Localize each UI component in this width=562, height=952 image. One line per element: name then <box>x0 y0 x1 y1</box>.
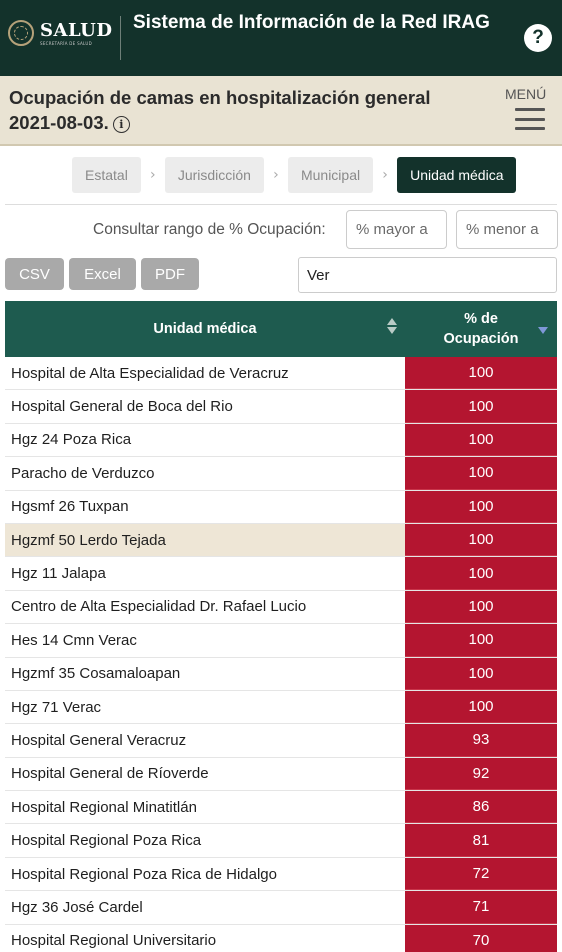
unit-name-cell: Hospital Regional Poza Rica <box>5 824 405 857</box>
logo-word: SALUD <box>40 19 113 41</box>
unit-name-cell: Hes 14 Cmn Verac <box>5 624 405 657</box>
occupancy-cell: 100 <box>405 490 557 523</box>
occupancy-cell: 100 <box>405 657 557 690</box>
occupancy-cell: 81 <box>405 824 557 857</box>
chevron-right-icon: › <box>150 167 156 183</box>
help-icon[interactable]: ? <box>524 24 552 52</box>
occupancy-cell: 100 <box>405 390 557 423</box>
table-row[interactable]: Hgz 71 Verac 100 <box>5 690 557 725</box>
unit-name-cell: Hospital Regional Poza Rica de Hidalgo <box>5 857 405 891</box>
unit-name-cell: Hospital General de Ríoverde <box>5 757 405 791</box>
column-header-ocupacion-label: % de Ocupación <box>443 311 519 347</box>
page-title-text: Ocupación de camas en hospitalización ge… <box>9 87 431 108</box>
table-row[interactable]: Centro de Alta Especialidad Dr. Rafael L… <box>5 590 557 625</box>
table-row[interactable]: Hes 14 Cmn Verac 100 <box>5 624 557 658</box>
table-row[interactable]: Hgz 11 Jalapa 100 <box>5 557 557 591</box>
seal-icon <box>8 20 34 46</box>
min-occupancy-input[interactable] <box>346 210 447 249</box>
unit-name-cell: Hgz 11 Jalapa <box>5 557 405 590</box>
table-row[interactable]: Hospital General de Ríoverde 92 <box>5 757 557 792</box>
tab-unidad-medica[interactable]: Unidad médica <box>397 157 517 193</box>
table-row[interactable]: Hgz 36 José Cardel 71 <box>5 891 557 925</box>
unit-name-cell: Hgzmf 50 Lerdo Tejada <box>5 523 405 557</box>
sort-icon <box>387 318 397 334</box>
unit-name-cell: Paracho de Verduzco <box>5 457 405 490</box>
level-tabs: Estatal › Jurisdicción › Municipal › Uni… <box>72 157 517 193</box>
chevron-right-icon: › <box>382 167 388 183</box>
menu-label[interactable]: MENÚ <box>505 86 546 102</box>
unit-name-cell: Hgzmf 35 Cosamaloapan <box>5 657 405 690</box>
table-body: Hospital de Alta Especialidad de Veracru… <box>5 357 557 952</box>
csv-button[interactable]: CSV <box>5 258 64 290</box>
unit-name-cell: Hgz 71 Verac <box>5 690 405 724</box>
search-input[interactable] <box>298 257 557 293</box>
salud-logo[interactable]: SALUD SECRETARÍA DE SALUD <box>8 20 112 46</box>
unit-name-cell: Hgsmf 26 Tuxpan <box>5 490 405 523</box>
table-row[interactable]: Hgz 24 Poza Rica 100 <box>5 423 557 458</box>
occupancy-cell: 100 <box>405 557 557 590</box>
range-label: Consultar rango de % Ocupación: <box>93 221 326 238</box>
unit-name-cell: Centro de Alta Especialidad Dr. Rafael L… <box>5 590 405 624</box>
max-occupancy-input[interactable] <box>456 210 558 249</box>
hamburger-icon[interactable] <box>515 108 545 130</box>
page-subheader: Ocupación de camas en hospitalización ge… <box>0 76 562 146</box>
occupancy-cell: 70 <box>405 924 557 952</box>
occupancy-cell: 100 <box>405 690 557 724</box>
occupancy-cell: 86 <box>405 791 557 824</box>
excel-button[interactable]: Excel <box>69 258 136 290</box>
table-row[interactable]: Hospital Regional Universitario 70 <box>5 924 557 952</box>
unit-name-cell: Hgz 36 José Cardel <box>5 891 405 924</box>
table-row[interactable]: Hospital de Alta Especialidad de Veracru… <box>5 357 557 391</box>
table-row[interactable]: Paracho de Verduzco 100 <box>5 457 557 491</box>
occupancy-table: Unidad médica % de Ocupación Hospital de … <box>5 301 557 952</box>
table-row[interactable]: Hgzmf 35 Cosamaloapan 100 <box>5 657 557 691</box>
table-row[interactable]: Hospital Regional Minatitlán 86 <box>5 791 557 825</box>
info-label: i <box>119 118 124 131</box>
column-header-ocupacion[interactable]: % de Ocupación <box>405 301 557 357</box>
occupancy-cell: 100 <box>405 423 557 457</box>
unit-name-cell: Hospital Regional Minatitlán <box>5 791 405 824</box>
tab-jurisdiccion[interactable]: Jurisdicción <box>164 157 264 193</box>
column-header-unidad[interactable]: Unidad médica <box>5 301 405 357</box>
table-header: Unidad médica % de Ocupación <box>5 301 557 357</box>
column-header-unidad-label: Unidad médica <box>153 321 257 337</box>
occupancy-cell: 72 <box>405 857 557 891</box>
table-row[interactable]: Hospital General Veracruz 93 <box>5 724 557 758</box>
occupancy-cell: 93 <box>405 724 557 757</box>
occupancy-cell: 92 <box>405 757 557 791</box>
divider <box>5 204 557 205</box>
table-row[interactable]: Hospital Regional Poza Rica 81 <box>5 824 557 858</box>
unit-name-cell: Hgz 24 Poza Rica <box>5 423 405 457</box>
tab-municipal[interactable]: Municipal <box>287 157 374 193</box>
table-row[interactable]: Hgsmf 26 Tuxpan 100 <box>5 490 557 524</box>
occupancy-cell: 71 <box>405 891 557 924</box>
system-title: Sistema de Información de la Red IRAG <box>133 12 490 33</box>
header-divider <box>120 16 121 60</box>
unit-name-cell: Hospital Regional Universitario <box>5 924 405 952</box>
logo-subtext: SECRETARÍA DE SALUD <box>40 40 92 46</box>
table-row[interactable]: Hospital Regional Poza Rica de Hidalgo 72 <box>5 857 557 892</box>
pdf-button[interactable]: PDF <box>141 258 199 290</box>
occupancy-cell: 100 <box>405 357 557 390</box>
occupancy-cell: 100 <box>405 590 557 624</box>
table-row[interactable]: Hgzmf 50 Lerdo Tejada 100 <box>5 523 557 558</box>
help-label: ? <box>532 27 544 48</box>
occupancy-cell: 100 <box>405 624 557 657</box>
tab-estatal[interactable]: Estatal <box>72 157 141 193</box>
app-header: SALUD SECRETARÍA DE SALUD Sistema de Inf… <box>0 0 562 76</box>
unit-name-cell: Hospital de Alta Especialidad de Veracru… <box>5 357 405 390</box>
info-icon[interactable]: i <box>112 116 130 133</box>
sort-desc-icon <box>538 327 548 334</box>
table-row[interactable]: Hospital General de Boca del Rio 100 <box>5 390 557 424</box>
unit-name-cell: Hospital General de Boca del Rio <box>5 390 405 423</box>
report-date: 2021-08-03. <box>9 112 109 133</box>
unit-name-cell: Hospital General Veracruz <box>5 724 405 757</box>
occupancy-cell: 100 <box>405 457 557 490</box>
occupancy-cell: 100 <box>405 523 557 557</box>
page-title: Ocupación de camas en hospitalización ge… <box>9 85 489 135</box>
chevron-right-icon: › <box>273 167 279 183</box>
